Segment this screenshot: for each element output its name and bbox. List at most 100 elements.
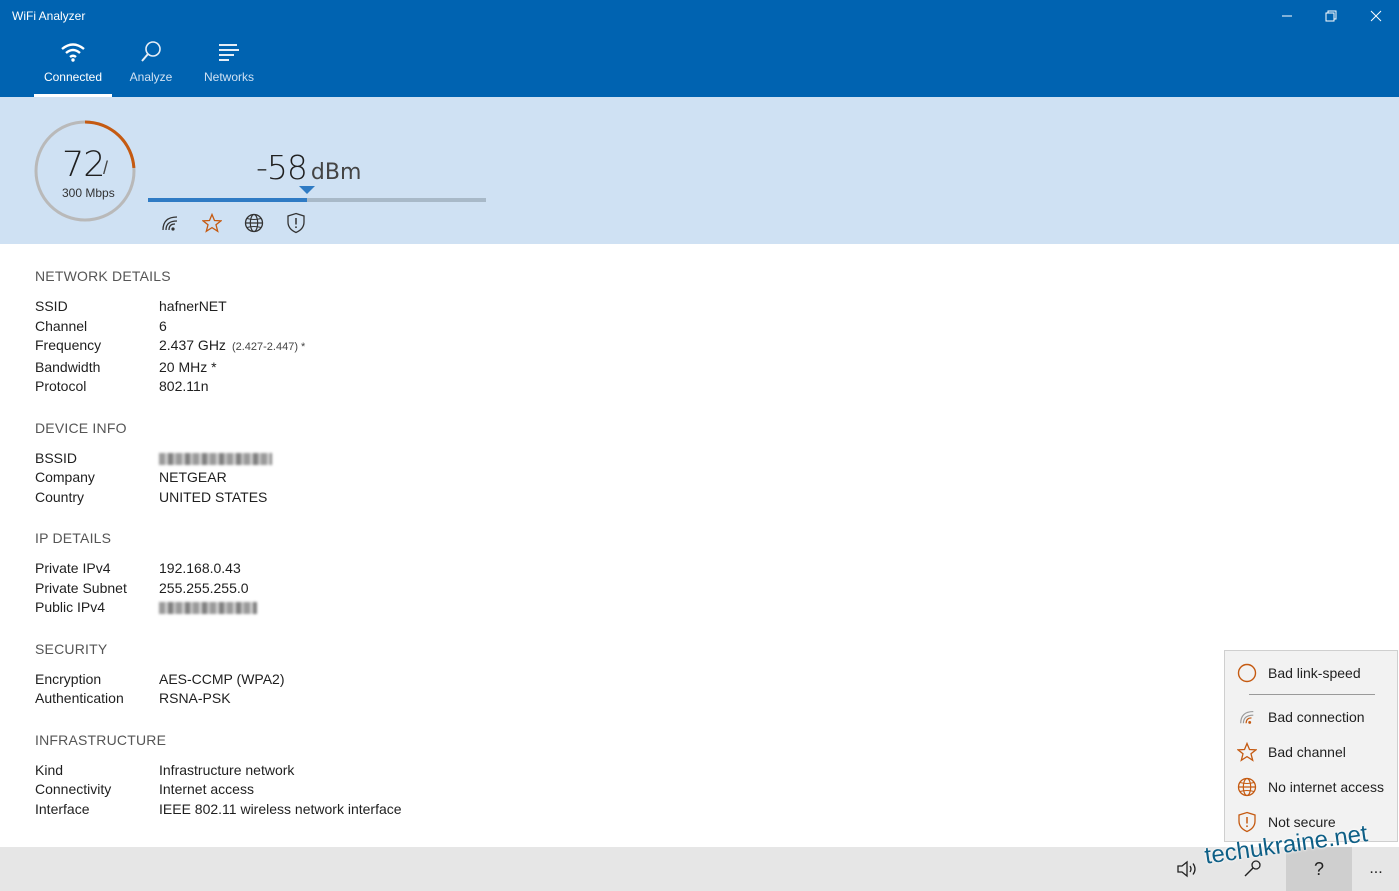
detail-label: Public IPv4 [35,599,106,615]
help-icon: ? [1313,858,1324,879]
close-icon [1370,10,1382,22]
signal-dbm-value: -58 [256,148,308,187]
detail-row-country: Country UNITED STATES [35,488,402,508]
more-icon: ... [1369,860,1383,877]
connection-details: NETWORK DETAILS SSID hafnerNET Channel 6 F… [35,268,402,819]
detail-row-private-ipv4: Private IPv4 192.168.0.43 [35,559,402,579]
detail-value: UNITED STATES [159,488,268,505]
tab-networks[interactable]: Networks [190,40,268,97]
connection-icon[interactable] [160,212,180,234]
detail-row-private-subnet: Private Subnet 255.255.255.0 [35,579,402,599]
detail-row-bandwidth: Bandwidth 20 MHz * [35,358,402,378]
section-title-infrastructure: INFRASTRUCTURE [35,731,167,748]
section-title-device: DEVICE INFO [35,419,127,436]
shield-icon [1237,811,1257,833]
app-title: WiFi Analyzer [12,9,86,23]
shield-icon[interactable] [286,212,306,234]
detail-value: hafnerNET [159,298,227,314]
detail-label: Company [35,469,95,485]
detail-row-public-ipv4: Public IPv4 [35,598,402,618]
legend-label: Bad link-speed [1268,665,1361,681]
legend-label: Bad connection [1268,709,1365,725]
detail-value: AES-CCMP (WPA2) [159,670,285,687]
detail-label: Country [35,488,85,505]
legend-item-bad-channel: Bad channel [1237,742,1346,762]
detail-row-interface: Interface IEEE 802.11 wireless network in… [35,800,402,820]
detail-label: Frequency [35,337,102,353]
detail-label: Authentication [35,690,124,706]
detail-label: Connectivity [35,781,112,797]
detail-label: Private Subnet [35,579,127,596]
signal-level-bar [148,198,486,202]
minimize-icon [1282,15,1292,17]
signal-level-fill [148,198,307,202]
detail-value: Internet access [159,781,254,797]
magnifier-icon [112,40,190,64]
detail-value: RSNA-PSK [159,690,231,706]
public-ip-redacted [159,602,257,615]
link-speed-value: 72 [62,145,106,185]
signal-level-marker [299,186,315,194]
more-button[interactable]: ... [1356,847,1396,891]
detail-label: Kind [35,761,64,778]
restore-button[interactable] [1309,0,1353,32]
tab-connected[interactable]: Connected [34,40,112,97]
detail-value: 2.437 GHz [159,337,226,353]
detail-row-channel: Channel 6 [35,317,402,337]
bssid-redacted [159,452,272,465]
restore-icon [1325,10,1337,22]
minimize-button[interactable] [1265,0,1309,32]
section-title-network: NETWORK DETAILS [35,268,171,284]
detail-row-connectivity: Connectivity Internet access [35,780,402,800]
detail-row-kind: Kind Infrastructure network [35,761,402,781]
wifi-icon [34,40,112,64]
tab-analyze[interactable]: Analyze [112,40,190,97]
status-indicators [160,212,306,234]
connection-icon [1237,707,1257,727]
section-title-ip: IP DETAILS [35,530,112,546]
link-speed-slash: / [103,158,109,178]
signal-dbm-unit: dBm [310,160,362,185]
detail-row-authentication: Authentication RSNA-PSK [35,689,402,709]
legend-item-bad-link-speed: Bad link-speed [1237,663,1361,683]
detail-row-company: Company NETGEAR [35,468,402,488]
detail-row-ssid: SSID hafnerNET [35,297,402,317]
globe-icon [1237,777,1257,797]
detail-value: IEEE 802.11 wireless network interface [159,800,402,817]
detail-row-frequency: Frequency 2.437 GHz (2.427-2.447) * [35,336,402,358]
title-bar: WiFi Analyzer Connected Analyze Networks [0,0,1399,97]
detail-label: Private IPv4 [35,560,111,576]
detail-value: 255.255.255.0 [159,579,249,596]
detail-value: 20 MHz * [159,358,217,375]
detail-value: Infrastructure network [159,761,295,778]
detail-value: 192.168.0.43 [159,560,241,576]
detail-label: Interface [35,800,90,817]
speaker-button[interactable] [1167,847,1207,891]
detail-label: Encryption [35,670,102,687]
status-legend-flyout: Bad link-speed Bad connection Bad channe… [1224,650,1398,842]
detail-row-protocol: Protocol 802.11n [35,377,402,397]
legend-label: Bad channel [1268,744,1346,760]
frequency-range: (2.427-2.447) * [231,341,306,353]
legend-item-no-internet: No internet access [1237,777,1384,797]
detail-label: Bandwidth [35,358,101,375]
close-button[interactable] [1354,0,1398,32]
star-icon[interactable] [202,212,222,234]
max-link-speed: 300 Mbps [62,186,115,200]
detail-label: SSID [35,298,68,314]
detail-row-bssid: BSSID [35,449,402,469]
command-bar: ? ... [0,847,1399,891]
globe-icon[interactable] [244,212,264,234]
detail-value: NETGEAR [159,469,227,485]
signal-strength: -58 dBm [256,148,361,187]
circle-icon [1237,663,1257,683]
legend-separator [1249,694,1375,695]
speaker-icon [1177,860,1196,878]
tab-connected-label: Connected [43,70,103,84]
detail-label: Protocol [35,378,87,394]
tab-networks-label: Networks [203,70,254,84]
detail-label: BSSID [35,449,78,466]
legend-item-bad-connection: Bad connection [1237,707,1365,727]
legend-label: No internet access [1268,779,1384,795]
detail-value: 6 [159,317,167,334]
